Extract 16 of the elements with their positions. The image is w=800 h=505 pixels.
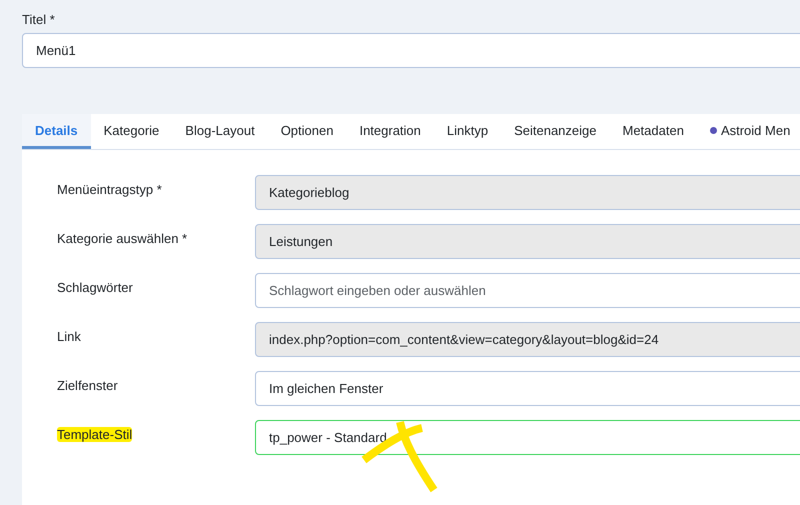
input-field[interactable]: tp_power - Standard (255, 420, 800, 455)
tab[interactable]: Details (22, 114, 91, 149)
title-label: Titel * (22, 12, 56, 27)
input-field[interactable]: Im gleichen Fenster (255, 371, 800, 406)
dot-icon (710, 126, 717, 134)
title-field[interactable]: Menü1 (22, 33, 800, 68)
field-label: Schlagwörter (57, 280, 133, 295)
field-label: Menüeintragstyp * (57, 182, 162, 197)
input-field[interactable]: Schlagwort eingeben oder auswählen (255, 273, 800, 308)
readonly-field[interactable]: index.php?option=com_content&view=category&layout=blog&id=24 (255, 322, 800, 357)
field-label: Zielfenster (57, 378, 118, 393)
field-label: Template-Stil (57, 427, 132, 442)
readonly-field[interactable]: Leistungen (255, 224, 800, 259)
readonly-field[interactable]: Kategorieblog (255, 175, 800, 210)
field-label: Link (57, 329, 81, 344)
field-label: Kategorie auswählen * (57, 231, 188, 246)
